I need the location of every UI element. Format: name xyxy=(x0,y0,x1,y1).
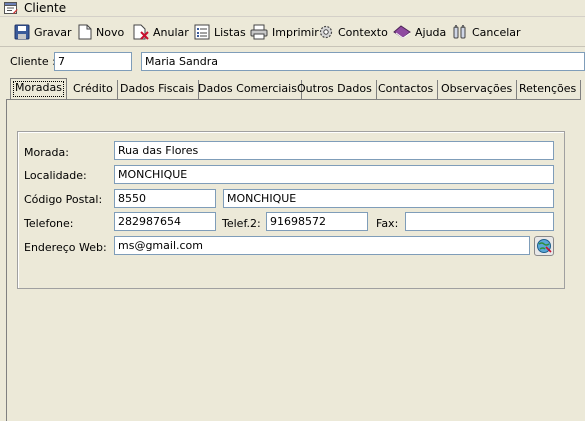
tab-label: Retenções xyxy=(519,82,577,95)
telefone-field[interactable]: 282987654 xyxy=(114,212,216,231)
cliente-code-field[interactable]: 7 xyxy=(54,52,132,71)
tab-moradas[interactable]: Moradas xyxy=(10,78,67,100)
listas-label: Listas xyxy=(214,25,246,39)
tab-label: Contactos xyxy=(378,82,434,95)
fax-field[interactable] xyxy=(405,212,554,231)
tab-label: Outros Dados xyxy=(297,82,372,95)
title-bar: Cliente xyxy=(0,0,585,17)
form-icon xyxy=(4,2,18,18)
ajuda-label: Ajuda xyxy=(415,25,447,39)
new-document-icon xyxy=(78,24,92,40)
morada-label: Morada: xyxy=(24,146,69,159)
list-icon xyxy=(194,24,210,40)
tab-label: Dados Fiscais xyxy=(120,82,195,95)
tab-label: Moradas xyxy=(15,81,62,94)
localidade-field[interactable]: MONCHIQUE xyxy=(114,165,554,184)
tab-contactos[interactable]: Contactos xyxy=(374,80,439,100)
tab-outros-dados[interactable]: Outros Dados xyxy=(293,80,377,100)
anular-button[interactable]: Anular xyxy=(133,21,189,43)
contexto-label: Contexto xyxy=(338,25,388,39)
cliente-label: Cliente : xyxy=(10,55,56,68)
codigo-postal-local-field[interactable]: MONCHIQUE xyxy=(223,189,554,208)
telefone-label: Telefone: xyxy=(24,217,74,230)
contexto-button[interactable]: Contexto xyxy=(318,21,388,43)
gravar-button[interactable]: Gravar xyxy=(14,21,72,43)
cancelar-button[interactable]: Cancelar xyxy=(452,21,521,43)
telef2-label: Telef.2: xyxy=(222,217,261,230)
tab-label: Crédito xyxy=(73,82,113,95)
tab-credito[interactable]: Crédito xyxy=(69,80,118,100)
tab-dados-fiscais[interactable]: Dados Fiscais xyxy=(116,80,200,100)
gravar-label: Gravar xyxy=(34,25,72,39)
morada-field[interactable]: Rua das Flores xyxy=(114,141,554,160)
imprimir-button[interactable]: Imprimir xyxy=(250,21,319,43)
toolbar: Gravar Novo Anular Listas Imprimir Conte… xyxy=(0,18,585,46)
window-title: Cliente xyxy=(24,1,67,15)
toolbar-separator xyxy=(0,46,585,47)
anular-label: Anular xyxy=(153,25,189,39)
listas-button[interactable]: Listas xyxy=(194,21,246,43)
web-label: Endereço Web: xyxy=(24,241,107,254)
codigo-postal-label: Código Postal: xyxy=(24,193,103,206)
localidade-label: Localidade: xyxy=(24,169,87,182)
tab-label: Observações xyxy=(441,82,513,95)
tab-retencoes[interactable]: Retenções xyxy=(515,80,582,100)
cliente-name-field[interactable]: Maria Sandra xyxy=(141,52,585,71)
save-icon xyxy=(14,24,30,40)
cancel-icon xyxy=(453,25,466,39)
globe-icon xyxy=(537,239,552,253)
imprimir-label: Imprimir xyxy=(272,25,319,39)
fax-label: Fax: xyxy=(376,217,399,230)
ajuda-button[interactable]: Ajuda xyxy=(393,21,446,43)
gear-icon xyxy=(319,25,333,39)
novo-button[interactable]: Novo xyxy=(78,21,124,43)
printer-icon xyxy=(250,24,268,40)
open-web-button[interactable] xyxy=(534,236,554,256)
tab-observacoes[interactable]: Observações xyxy=(437,80,518,100)
help-book-icon xyxy=(393,25,411,39)
web-field[interactable]: ms@gmail.com xyxy=(114,236,530,255)
cancelar-label: Cancelar xyxy=(472,25,521,39)
delete-document-icon xyxy=(133,24,149,40)
tab-dados-comerciais[interactable]: Dados Comerciais xyxy=(194,80,302,100)
tab-label: Dados Comerciais xyxy=(198,82,297,95)
codigo-postal-field[interactable]: 8550 xyxy=(114,189,216,208)
novo-label: Novo xyxy=(96,25,125,39)
telef2-field[interactable]: 91698572 xyxy=(266,212,368,231)
